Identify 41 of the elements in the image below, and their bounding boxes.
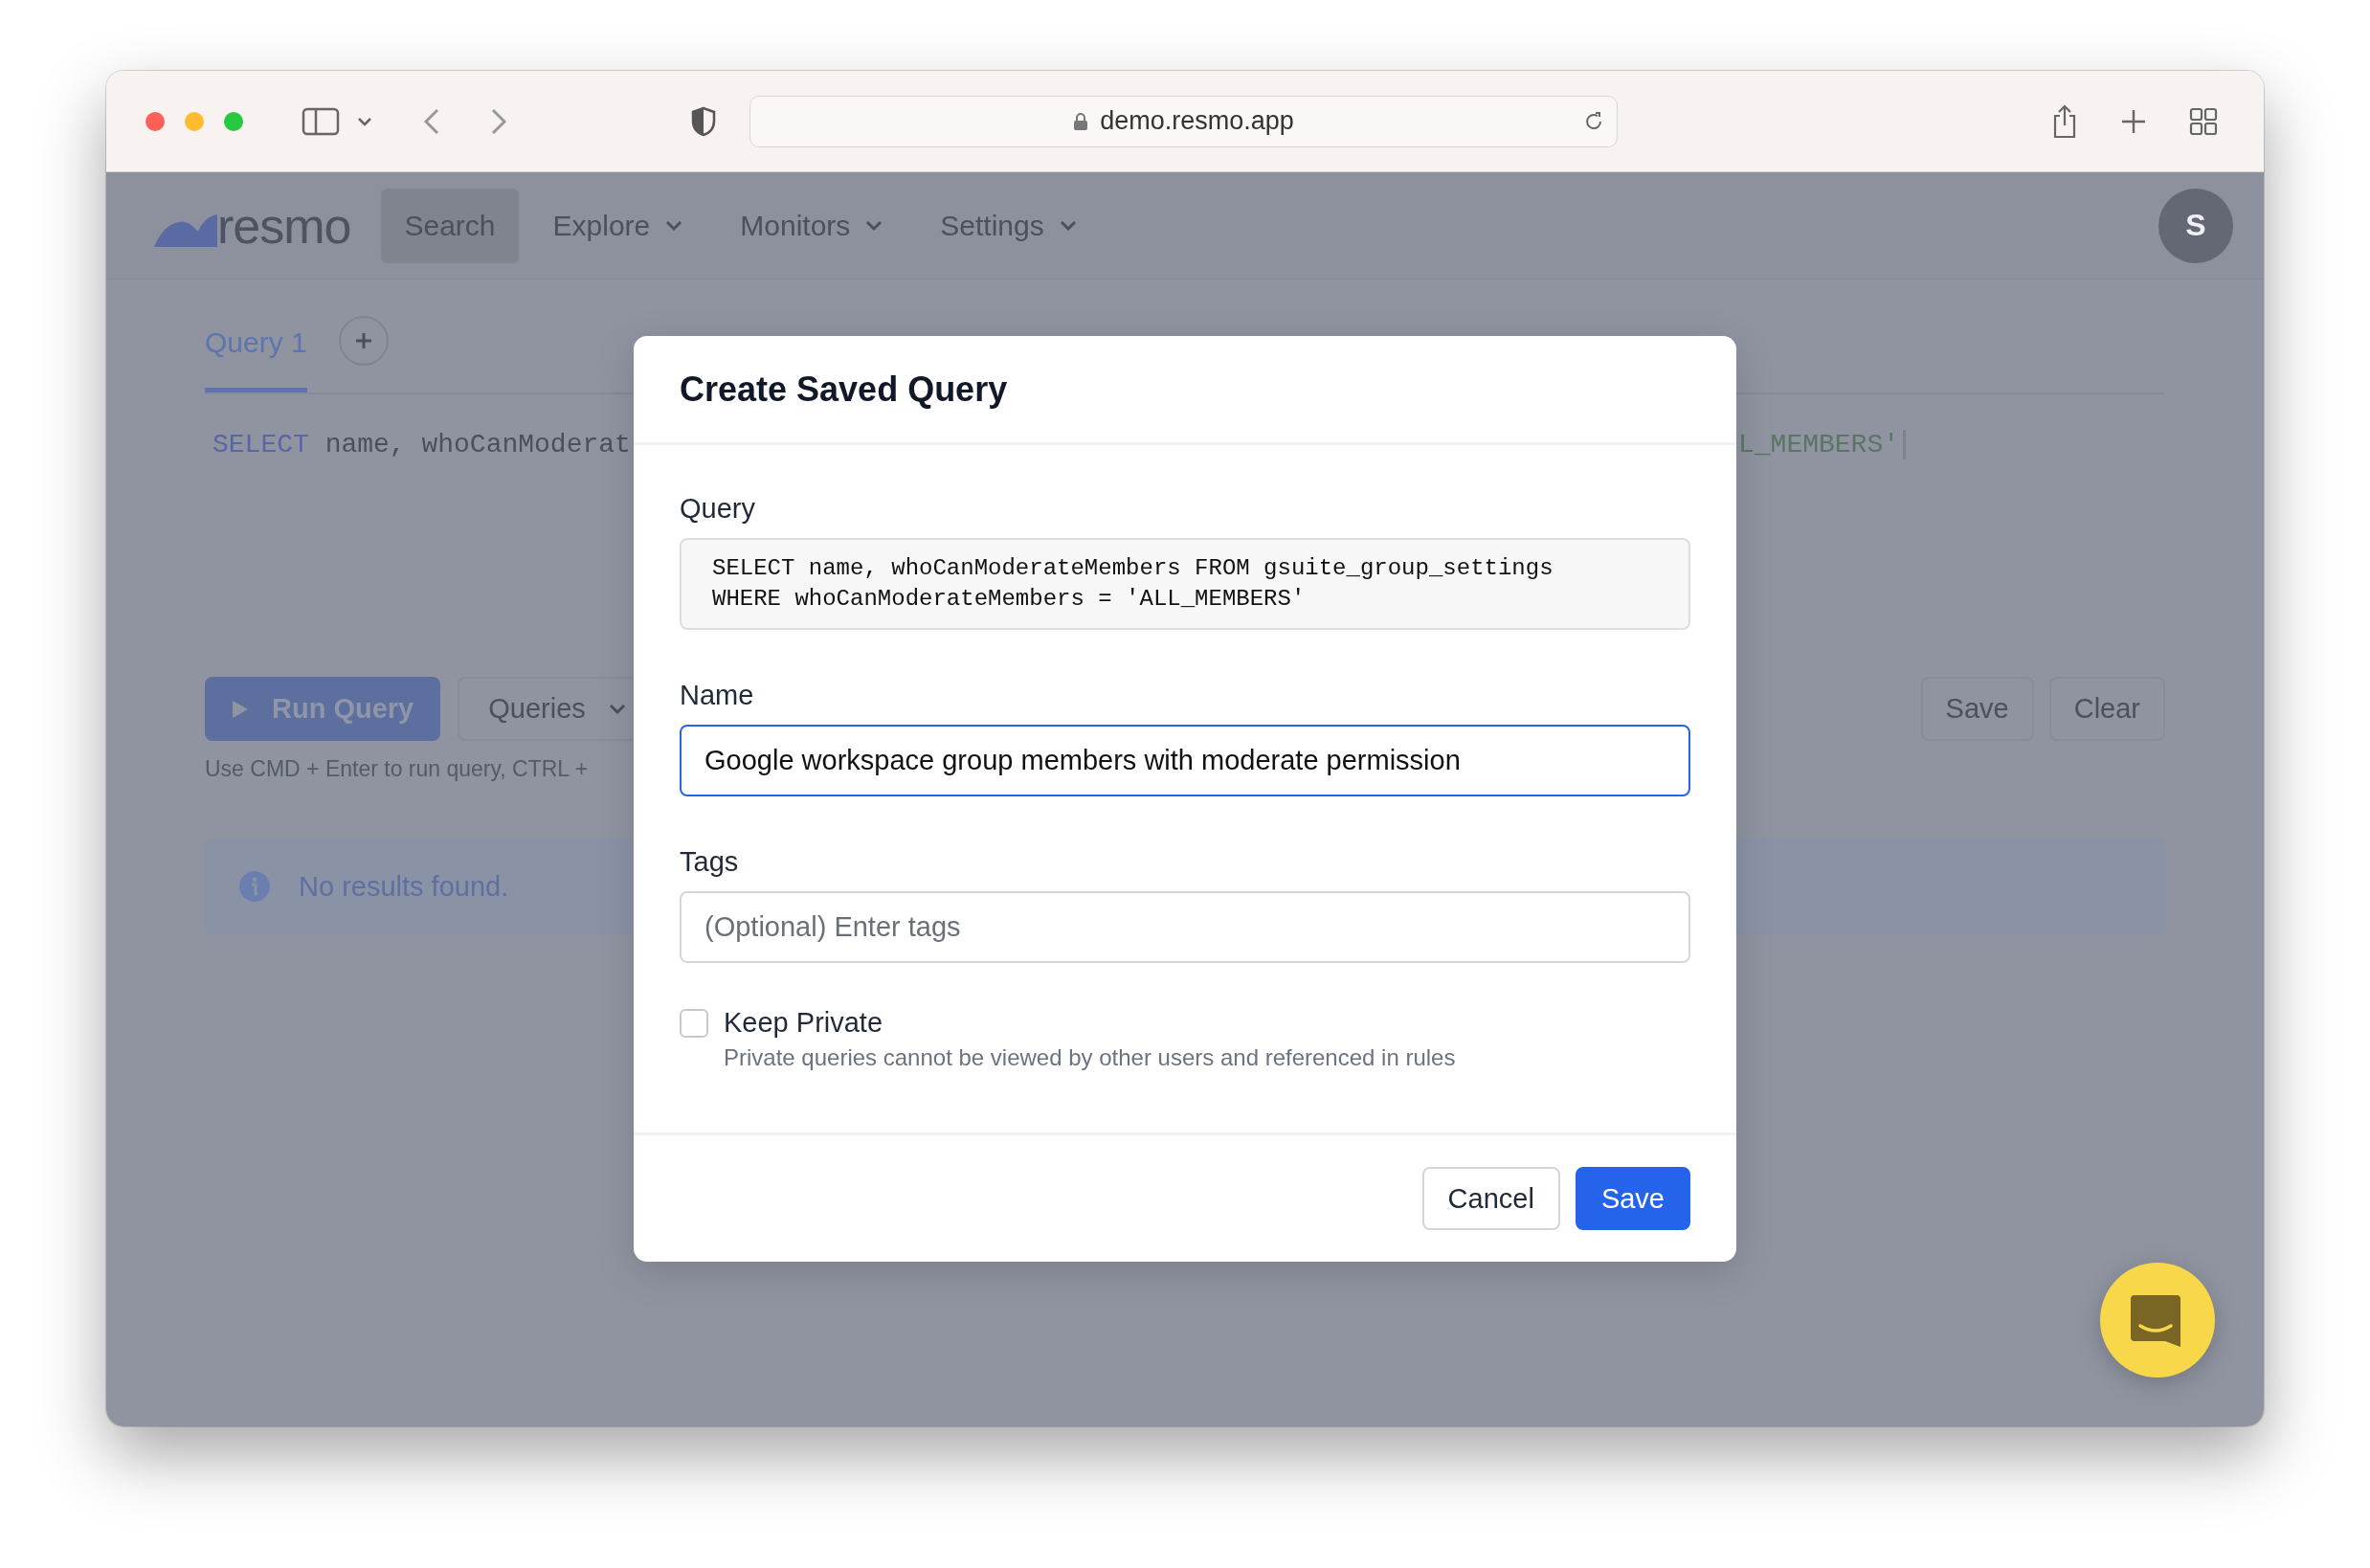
field-label: Tags [680,846,740,878]
cancel-button[interactable]: Cancel [1421,1167,1560,1230]
user-avatar[interactable]: S [2158,188,2233,263]
nav-item[interactable]: Monitors [717,188,906,263]
checkbox-description: Private queries cannot be viewed by other users and referenced in rules [724,1044,1456,1071]
add-tab-icon[interactable] [337,315,390,367]
new-tab-icon[interactable] [2120,107,2147,135]
logo-text: resmo [217,204,351,247]
nav-item[interactable]: Explore [529,188,706,263]
tab-overview-icon[interactable] [2189,106,2218,136]
dialog-title: Create Saved Query [680,369,1008,410]
forward-icon[interactable] [489,106,508,136]
field-label: Query [680,493,756,525]
lock-icon [1073,111,1089,131]
url-text: demo.resmo.app [1100,106,1294,136]
save-button[interactable]: Save [1575,1167,1690,1230]
shield-icon[interactable] [690,105,717,137]
play-icon [232,699,249,719]
address-bar[interactable]: demo.resmo.app [749,95,1618,147]
tags-field[interactable]: (Optional) Enter tags [680,891,1690,963]
maximize-icon[interactable] [223,110,244,132]
chevron-down-icon [1059,219,1077,232]
chat-button[interactable] [2100,1263,2215,1378]
back-icon[interactable] [422,106,441,136]
name-field[interactable]: Google workspace group members with moderate permission [680,725,1690,796]
chevron-down-icon [608,703,626,715]
logo-icon [154,213,217,247]
hint-text: Use CMD + Enter to run query, CTRL + [205,756,589,782]
share-icon[interactable] [2051,103,2078,139]
query-preview: SELECT name, whoCanModerateMembers FROM gsuite_group_settings WHERE whoCanModerateMembers = 'ALL_MEMBERS' [680,538,1690,630]
chevron-down-icon [865,219,883,232]
chevron-down-icon [665,219,683,232]
nav-item[interactable]: Settings [917,188,1100,263]
info-icon [239,871,270,902]
close-icon[interactable] [145,110,166,132]
sidebar-icon[interactable] [302,106,340,136]
clear-button[interactable]: Clear [2048,677,2165,741]
chevron-down-icon[interactable] [357,115,372,127]
save-button[interactable]: Save [1920,677,2034,741]
checkbox[interactable] [680,1009,708,1038]
checkbox-label: Keep Private [724,1007,884,1039]
